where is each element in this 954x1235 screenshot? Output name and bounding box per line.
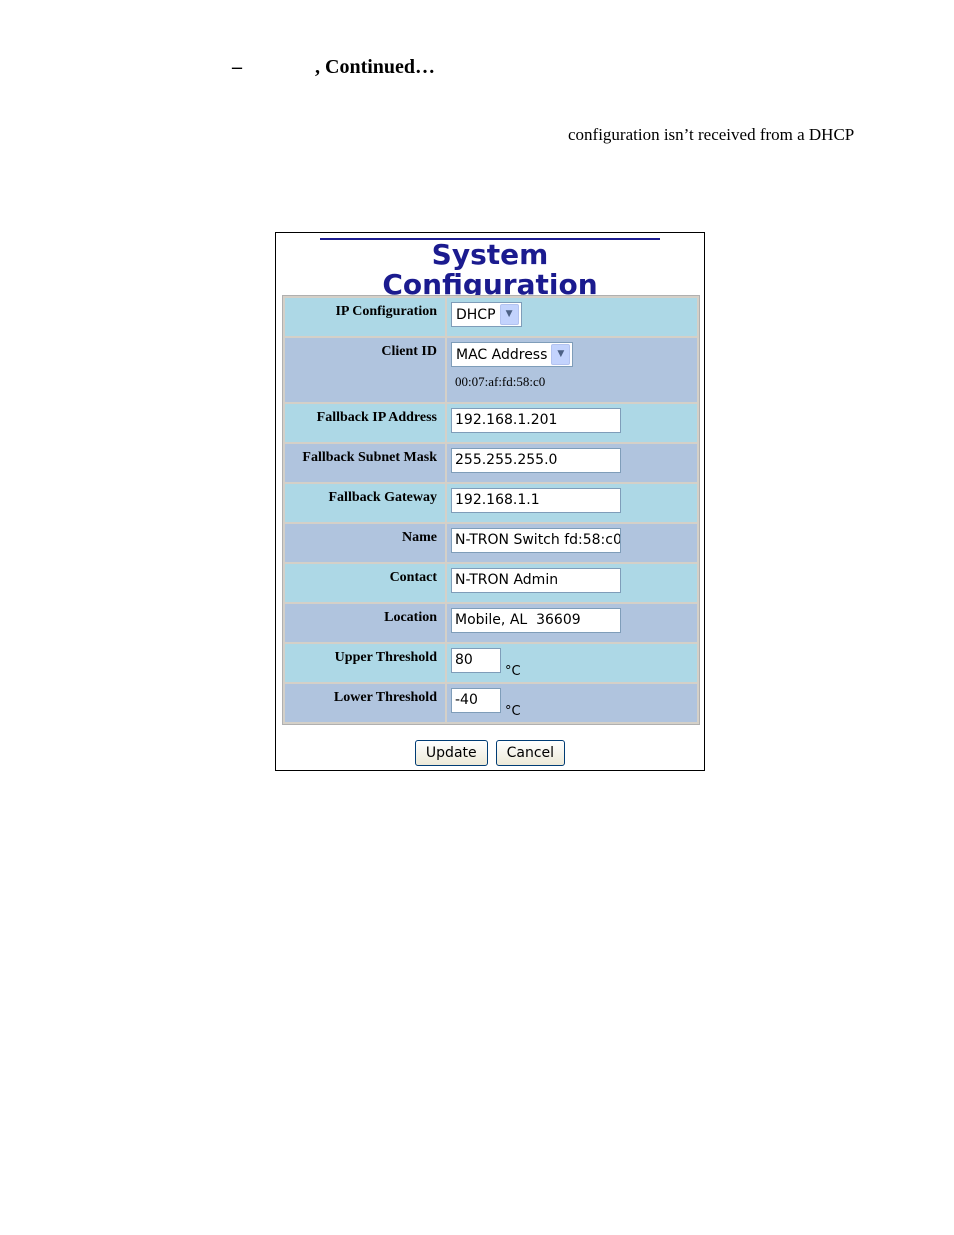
row-contact: Contact N-TRON Admin (285, 564, 697, 602)
client-id-value: MAC Address (456, 346, 548, 363)
fallback-subnet-label: Fallback Subnet Mask (285, 444, 445, 482)
body-text: configuration isn’t received from a DHCP (568, 125, 855, 144)
config-table: IP Configuration DHCP ▼ Client ID MAC Ad… (282, 295, 700, 725)
fallback-subnet-input[interactable]: 255.255.255.0 (451, 448, 621, 473)
mac-address-text: 00:07:af:fd:58:c0 (455, 374, 546, 389)
fallback-gateway-label: Fallback Gateway (285, 484, 445, 522)
form-buttons: Update Cancel (276, 740, 704, 766)
page-title: System Configuration (320, 238, 660, 302)
upper-threshold-label: Upper Threshold (285, 644, 445, 682)
lower-threshold-unit: °C (505, 704, 521, 719)
chevron-down-icon[interactable]: ▼ (499, 304, 519, 325)
row-fallback-gateway: Fallback Gateway 192.168.1.1 (285, 484, 697, 522)
ip-configuration-select[interactable]: DHCP ▼ (451, 302, 522, 327)
ip-configuration-value: DHCP (456, 306, 496, 323)
contact-label: Contact (285, 564, 445, 602)
lower-threshold-label: Lower Threshold (285, 684, 445, 722)
location-input[interactable]: Mobile, AL 36609 (451, 608, 621, 633)
fallback-ip-label: Fallback IP Address (285, 404, 445, 442)
lower-threshold-input[interactable]: -40 (451, 688, 501, 713)
cancel-button[interactable]: Cancel (495, 740, 566, 766)
upper-threshold-unit: °C (505, 664, 521, 679)
heading-dash: – (232, 56, 242, 78)
ip-configuration-label: IP Configuration (285, 298, 445, 336)
fallback-gateway-input[interactable]: 192.168.1.1 (451, 488, 621, 513)
row-location: Location Mobile, AL 36609 (285, 604, 697, 642)
fallback-ip-input[interactable]: 192.168.1.201 (451, 408, 621, 433)
row-upper-threshold: Upper Threshold 80 °C (285, 644, 697, 682)
row-fallback-ip: Fallback IP Address 192.168.1.201 (285, 404, 697, 442)
contact-input[interactable]: N-TRON Admin (451, 568, 621, 593)
upper-threshold-input[interactable]: 80 (451, 648, 501, 673)
client-id-label: Client ID (285, 338, 445, 402)
update-button[interactable]: Update (414, 740, 488, 766)
name-label: Name (285, 524, 445, 562)
row-fallback-subnet: Fallback Subnet Mask 255.255.255.0 (285, 444, 697, 482)
section-heading: – , Continued… (232, 56, 435, 79)
heading-continued: , Continued… (315, 56, 436, 78)
name-input[interactable]: N-TRON Switch fd:58:c0 (451, 528, 621, 553)
row-ip-configuration: IP Configuration DHCP ▼ (285, 298, 697, 336)
location-label: Location (285, 604, 445, 642)
chevron-down-icon[interactable]: ▼ (551, 344, 571, 365)
system-configuration-screenshot: System Configuration IP Configuration DH… (275, 232, 705, 771)
row-name: Name N-TRON Switch fd:58:c0 (285, 524, 697, 562)
row-client-id: Client ID MAC Address ▼ 00:07:af:fd:58:c… (285, 338, 697, 402)
row-lower-threshold: Lower Threshold -40 °C (285, 684, 697, 722)
client-id-select[interactable]: MAC Address ▼ (451, 342, 574, 367)
